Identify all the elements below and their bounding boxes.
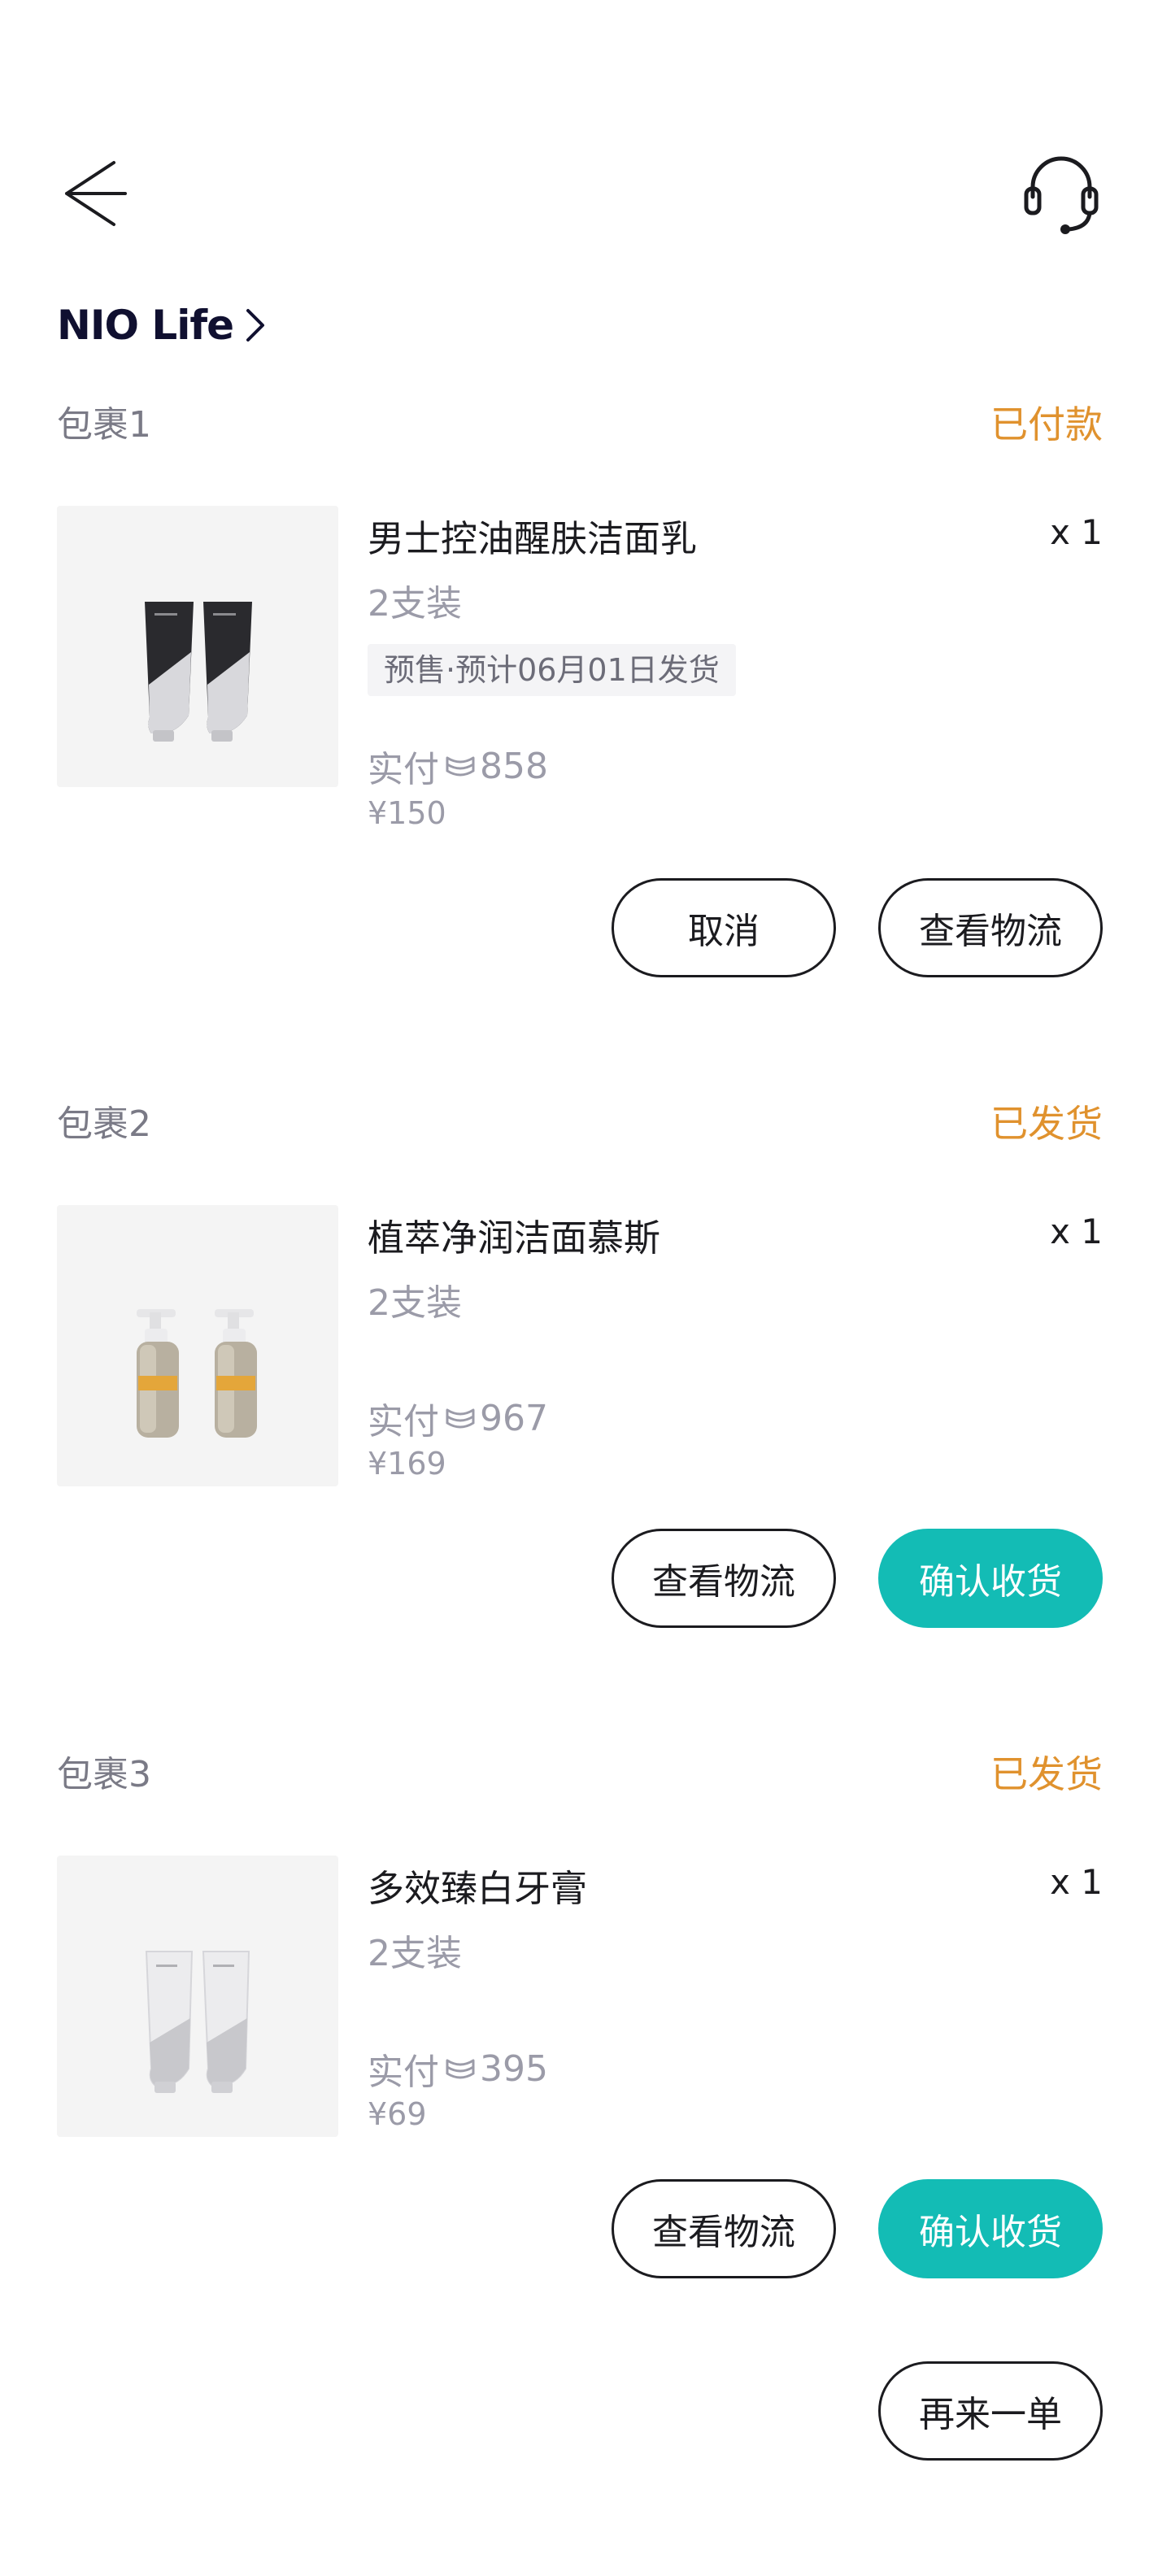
product-name[interactable]: 多效臻白牙膏: [368, 1859, 587, 1912]
product-price: ¥169: [368, 1446, 446, 1482]
back-button[interactable]: [57, 154, 146, 236]
paid-amount: 实付 967: [368, 1392, 548, 1444]
paid-prefix: 实付: [368, 1401, 439, 1442]
product-spec: 2支装: [368, 583, 462, 624]
product-name[interactable]: 男士控油醒肤洁面乳: [368, 509, 697, 562]
view-logistics-button[interactable]: 查看物流: [612, 2179, 836, 2278]
paid-value: 395: [480, 2047, 548, 2090]
product-quantity: x 1: [1050, 512, 1103, 552]
product-quantity: x 1: [1050, 1212, 1103, 1251]
paid-amount: 实付 858: [368, 740, 548, 792]
product-image[interactable]: [57, 506, 338, 787]
product-image[interactable]: [57, 1856, 338, 2137]
headset-icon: [1024, 156, 1099, 234]
package-status: 已付款: [990, 402, 1103, 446]
paid-value: 967: [480, 1397, 548, 1439]
paid-amount: 实付 395: [368, 2043, 548, 2095]
paid-value: 858: [480, 745, 548, 787]
store-link[interactable]: NIO Life: [57, 297, 266, 354]
presale-tag: 预售·预计06月01日发货: [368, 644, 736, 696]
product-tubes-dark: [145, 602, 252, 742]
chevron-right-icon: [246, 309, 265, 342]
view-logistics-button[interactable]: 查看物流: [612, 1529, 836, 1628]
points-coin-icon: [446, 1408, 475, 1429]
points-coin-icon: [446, 756, 475, 777]
confirm-receipt-button[interactable]: 确认收货: [878, 1529, 1103, 1628]
package-status: 已发货: [990, 1752, 1103, 1796]
package-title: 包裹1: [57, 404, 151, 446]
package-status: 已发货: [990, 1102, 1103, 1146]
paid-prefix: 实付: [368, 749, 439, 790]
product-name[interactable]: 植萃净润洁面慕斯: [368, 1208, 660, 1261]
arrow-left-icon: [65, 161, 127, 226]
package-header: 包裹2 已发货: [57, 1094, 1103, 1146]
product-foam-bottles: [137, 1309, 257, 1438]
product-price: ¥69: [368, 2096, 427, 2132]
product-spec: 2支装: [368, 1282, 462, 1324]
store-name: NIO Life: [57, 302, 234, 349]
reorder-button[interactable]: 再来一单: [878, 2361, 1103, 2461]
package-header: 包裹1 已付款: [57, 395, 1103, 446]
product-price: ¥150: [368, 795, 446, 831]
view-logistics-button[interactable]: 查看物流: [878, 878, 1103, 977]
customer-service-button[interactable]: [1016, 146, 1106, 236]
confirm-receipt-button[interactable]: 确认收货: [878, 2179, 1103, 2278]
product-image[interactable]: [57, 1205, 338, 1486]
package-title: 包裹3: [57, 1754, 151, 1795]
points-coin-icon: [446, 2059, 475, 2079]
package-header: 包裹3 已发货: [57, 1745, 1103, 1796]
product-quantity: x 1: [1050, 1862, 1103, 1902]
product-tubes-white: [145, 1951, 250, 2093]
product-spec: 2支装: [368, 1933, 462, 1974]
top-bar: [0, 0, 1171, 244]
package-title: 包裹2: [57, 1103, 151, 1145]
cancel-button[interactable]: 取消: [612, 878, 836, 977]
paid-prefix: 实付: [368, 2052, 439, 2093]
